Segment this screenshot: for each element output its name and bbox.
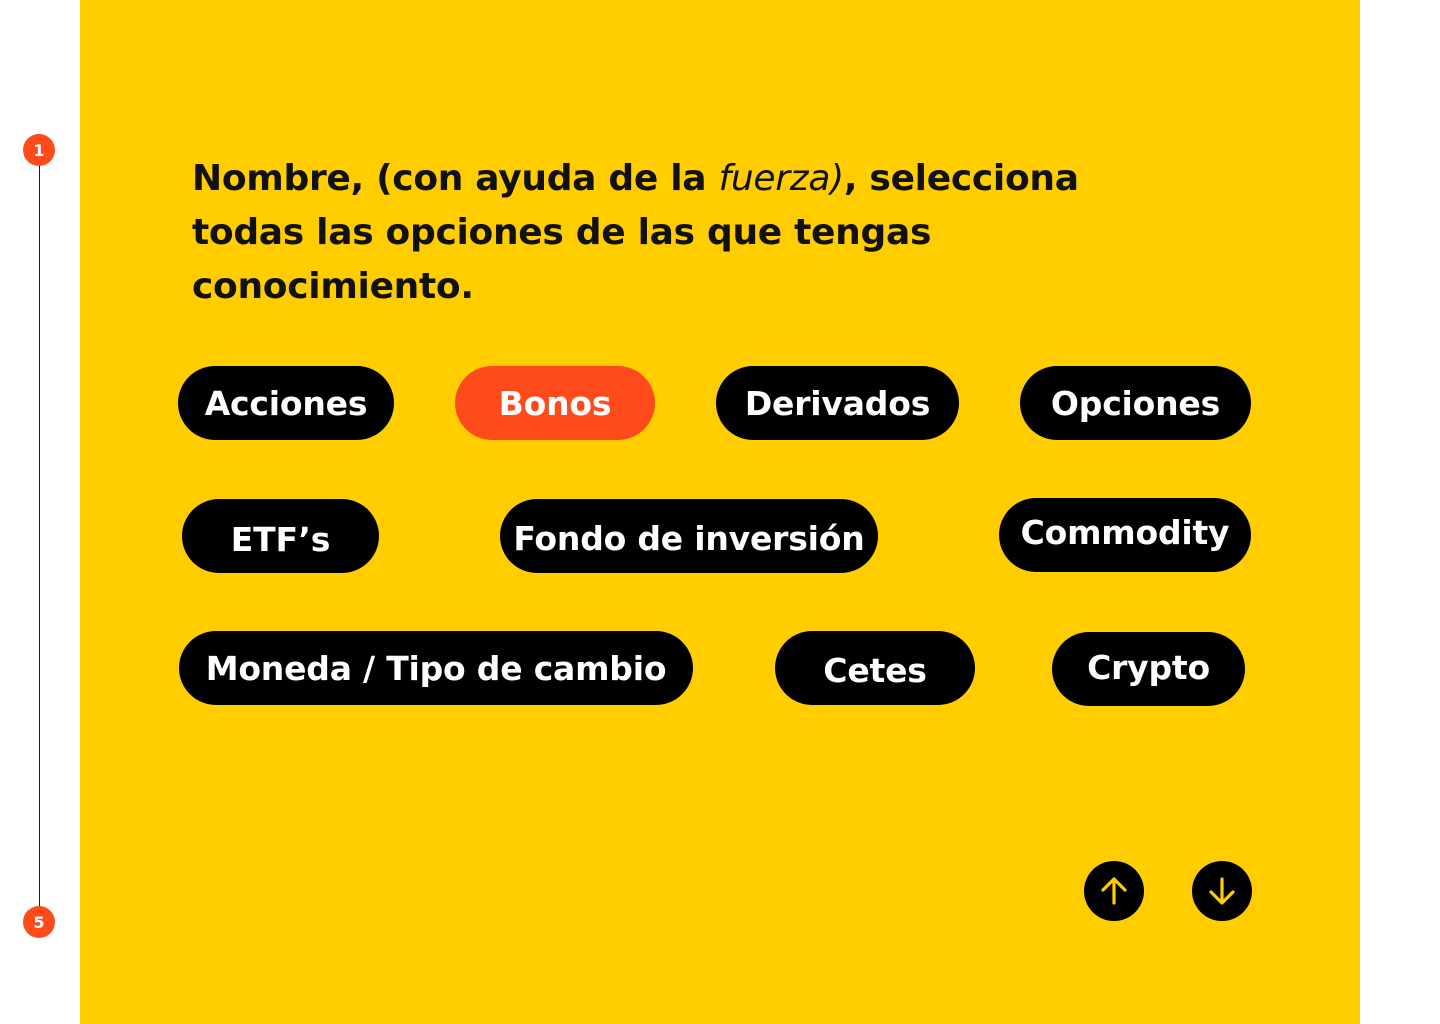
option-acciones[interactable]: Acciones	[178, 366, 394, 440]
arrow-down-icon	[1209, 877, 1235, 905]
option-crypto[interactable]: Crypto	[1052, 632, 1245, 706]
page: 1 5 Nombre, (con ayuda de la fuerza), se…	[0, 0, 1440, 1024]
option-opciones[interactable]: Opciones	[1020, 366, 1251, 440]
next-question-button[interactable]	[1192, 861, 1252, 921]
option-bonos[interactable]: Bonos	[455, 366, 655, 440]
option-cetes[interactable]: Cetes	[775, 631, 975, 705]
question-text-italic: fuerza)	[718, 158, 844, 199]
progress-step-first[interactable]: 1	[23, 134, 55, 166]
option-commodity[interactable]: Commodity	[999, 498, 1251, 572]
progress-step-last[interactable]: 5	[23, 906, 55, 938]
question-text-start: Nombre, (con ayuda de la	[192, 158, 719, 199]
option-etfs[interactable]: ETF’s	[182, 499, 379, 573]
question-text: Nombre, (con ayuda de la fuerza), selecc…	[192, 152, 1092, 314]
question-panel: Nombre, (con ayuda de la fuerza), selecc…	[80, 0, 1360, 1024]
previous-question-button[interactable]	[1084, 861, 1144, 921]
option-fondo-de-inversion[interactable]: Fondo de inversión	[500, 499, 878, 573]
arrow-up-icon	[1101, 877, 1127, 905]
option-moneda-tipo-de-cambio[interactable]: Moneda / Tipo de cambio	[179, 631, 693, 705]
progress-line	[39, 152, 40, 922]
option-derivados[interactable]: Derivados	[716, 366, 959, 440]
